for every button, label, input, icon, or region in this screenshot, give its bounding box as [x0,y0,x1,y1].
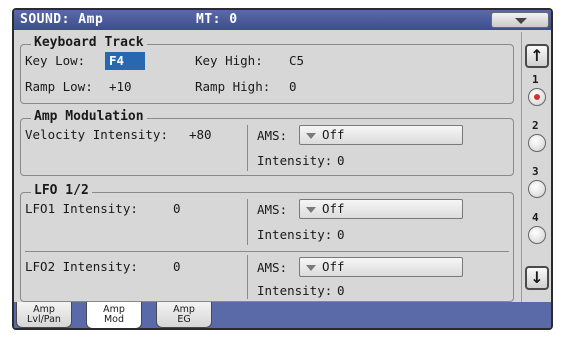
scroll-down-button[interactable]: ↓ [525,266,549,290]
page-menu-button[interactable] [491,12,549,28]
column-divider [247,255,248,299]
arrow-down-icon: ↓ [530,268,544,287]
lfo2-ams-intensity-field[interactable]: 0 [337,283,345,299]
tab-amp-eg[interactable]: Amp EG [156,302,212,328]
page-scroller: ↑ 1 2 3 4 ↓ [521,32,551,302]
lfo1-intensity-label: LFO1 Intensity: [25,201,138,216]
key-high-label: Key High: [195,53,263,68]
tab-label-line2: Mod [103,314,125,325]
ramp-high-label: Ramp High: [195,79,271,94]
row-divider [25,251,509,252]
column-divider [247,125,248,171]
page-1-radio[interactable] [528,88,546,106]
ams-intensity-label: Intensity: [257,153,333,168]
lfo2-ams-label: AMS: [257,260,288,275]
page-number-2: 2 [532,119,539,132]
main-content: Keyboard Track Key Low: F4 Key High: C5 … [16,32,516,302]
lfo1-ams-select-value: Off [322,201,345,216]
lfo-panel: LFO 1/2 LFO1 Intensity: 0 AMS: Off Inten… [20,184,514,302]
column-divider [247,199,248,245]
page-number-1: 1 [532,73,539,86]
amp-modulation-title: Amp Modulation [31,110,147,124]
lfo2-intensity-field[interactable]: 0 [173,259,181,275]
lfo2-ams-select[interactable]: Off [299,257,463,277]
velocity-intensity-label: Velocity Intensity: [25,127,168,142]
page-title: SOUND: Amp [20,12,104,27]
page-2-radio[interactable] [528,134,546,152]
ramp-low-field[interactable]: +10 [109,79,132,95]
key-low-field[interactable]: F4 [105,52,145,70]
lfo2-ams-intensity-label: Intensity: [257,283,333,298]
tab-amp-mod[interactable]: Amp Mod [86,302,142,328]
ramp-low-label: Ramp Low: [25,79,93,94]
lfo-title: LFO 1/2 [31,184,92,198]
ams-label: AMS: [257,128,288,143]
page-4-radio[interactable] [528,226,546,244]
lfo1-ams-intensity-field[interactable]: 0 [337,227,345,243]
ramp-high-field[interactable]: 0 [289,79,297,95]
tab-label-line2: Lvl/Pan [27,314,61,325]
lfo1-ams-label: AMS: [257,202,288,217]
page-3-radio[interactable] [528,180,546,198]
chevron-down-icon [306,265,316,271]
tab-label-line2: EG [177,314,191,325]
page-number-3: 3 [532,165,539,178]
scroll-up-button[interactable]: ↑ [525,44,549,68]
keyboard-track-panel: Keyboard Track Key Low: F4 Key High: C5 … [20,36,514,104]
title-bar: SOUND: Amp MT: 0 [14,10,551,30]
chevron-down-icon [515,18,527,24]
lfo2-ams-select-value: Off [322,259,345,274]
lfo1-ams-select[interactable]: Off [299,199,463,219]
key-low-label: Key Low: [25,53,86,68]
lfo1-intensity-field[interactable]: 0 [173,201,181,217]
ams-select-value: Off [322,127,345,142]
tab-bar: Amp Lvl/Pan Amp Mod Amp EG [14,302,551,328]
amp-modulation-panel: Amp Modulation Velocity Intensity: +80 A… [20,110,514,176]
tab-amp-lvl-pan[interactable]: Amp Lvl/Pan [16,302,72,328]
arrow-up-icon: ↑ [530,46,544,65]
lfo2-intensity-label: LFO2 Intensity: [25,259,138,274]
sound-amp-screen: SOUND: Amp MT: 0 Keyboard Track Key Low:… [12,8,553,330]
key-high-field[interactable]: C5 [289,53,304,69]
lfo1-ams-intensity-label: Intensity: [257,227,333,242]
ams-select[interactable]: Off [299,125,463,145]
chevron-down-icon [306,133,316,139]
page-number-4: 4 [532,211,539,224]
ams-intensity-field[interactable]: 0 [337,153,345,169]
multitimbre-indicator: MT: 0 [196,12,238,27]
velocity-intensity-field[interactable]: +80 [189,127,212,143]
chevron-down-icon [306,207,316,213]
keyboard-track-title: Keyboard Track [31,36,147,50]
